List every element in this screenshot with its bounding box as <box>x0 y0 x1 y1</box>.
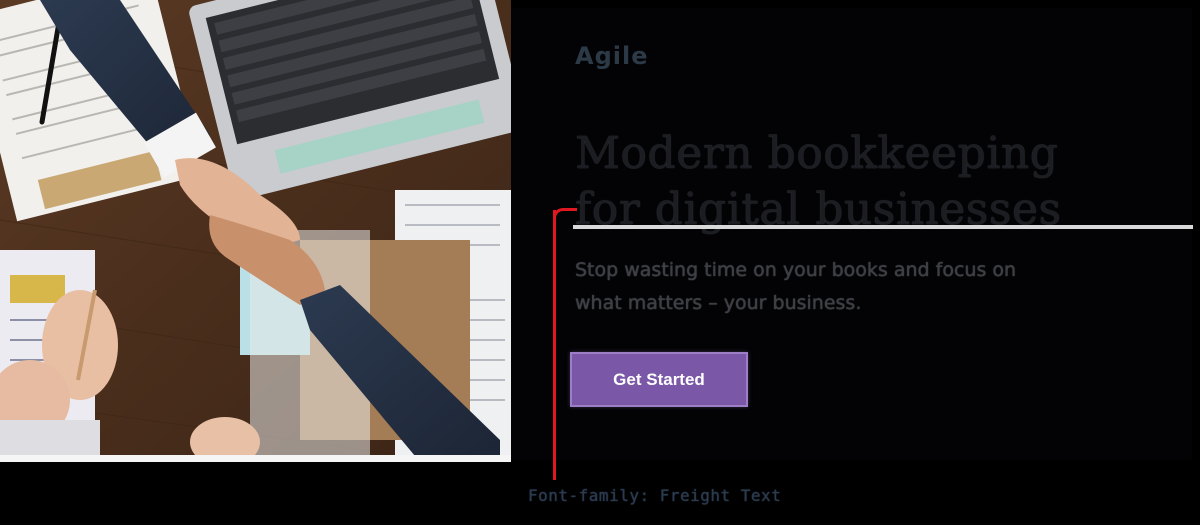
subtitle-line-2: what matters – your business. <box>575 292 862 314</box>
subtitle-line-1: Stop wasting time on your books and focu… <box>575 259 1017 281</box>
hero-photo <box>0 0 511 462</box>
annotation-line <box>553 210 556 480</box>
hero-headline: Modern bookkeeping for digital businesse… <box>575 126 1062 238</box>
font-family-caption: Font-family: Freight Text <box>528 486 782 505</box>
brand-logo[interactable]: Agile <box>575 42 648 70</box>
annotation-curve <box>553 208 577 218</box>
headline-line-1: Modern bookkeeping <box>575 128 1059 179</box>
landing-page: Agile Modern bookkeeping for digital bus… <box>0 0 1200 525</box>
get-started-button[interactable]: Get Started <box>570 352 748 407</box>
headline-line-2: for digital businesses <box>575 184 1062 235</box>
hero-subtitle: Stop wasting time on your books and focu… <box>575 254 1075 320</box>
headline-underline <box>573 225 1193 229</box>
